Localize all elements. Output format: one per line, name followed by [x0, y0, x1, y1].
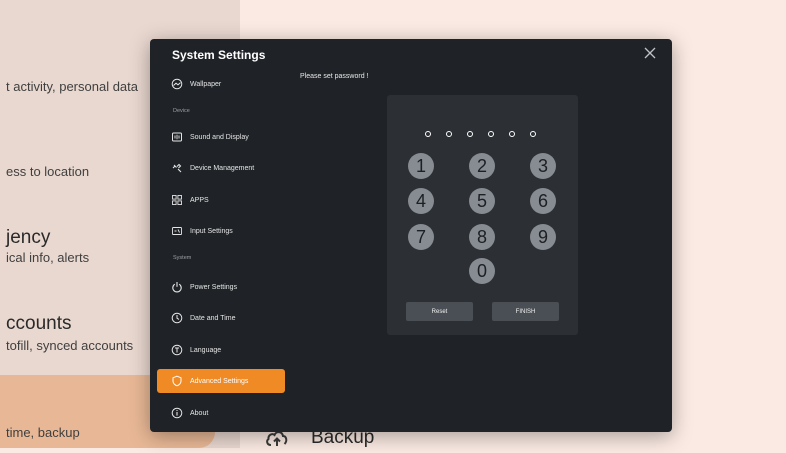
- clock-icon: [171, 312, 183, 324]
- apps-icon: [171, 194, 183, 206]
- shield-icon: [171, 375, 183, 387]
- password-dot: [425, 131, 431, 137]
- close-button[interactable]: [642, 45, 658, 61]
- key-8[interactable]: 8: [469, 224, 495, 250]
- sidebar-section-system: System: [173, 255, 192, 261]
- sidebar-section-device: Device: [173, 108, 190, 114]
- sidebar-item-power-settings[interactable]: Power Settings: [157, 275, 285, 299]
- password-dot: [488, 131, 494, 137]
- bg-emergency-title[interactable]: jency: [6, 227, 50, 249]
- sidebar-item-language[interactable]: Language: [157, 338, 285, 362]
- info-icon: [171, 407, 183, 419]
- sidebar-item-advanced-settings[interactable]: Advanced Settings: [157, 369, 285, 393]
- sidebar-item-input-settings[interactable]: Input Settings: [157, 219, 285, 243]
- bg-privacy-subtitle: t activity, personal data: [6, 79, 138, 94]
- password-dot: [530, 131, 536, 137]
- key-3[interactable]: 3: [530, 153, 556, 179]
- key-1[interactable]: 1: [408, 153, 434, 179]
- bg-location-subtitle: ess to location: [6, 164, 90, 179]
- key-6[interactable]: 6: [530, 188, 556, 214]
- power-icon: [171, 281, 183, 293]
- key-9[interactable]: 9: [530, 224, 556, 250]
- key-4[interactable]: 4: [408, 188, 434, 214]
- finish-button[interactable]: FINISH: [492, 302, 559, 321]
- sidebar-item-label: About: [190, 409, 209, 417]
- bg-system-subtitle: time, backup: [6, 425, 80, 440]
- sidebar-item-label: Input Settings: [190, 227, 233, 235]
- input-settings-icon: [171, 225, 183, 237]
- sidebar-item-label: Language: [190, 346, 222, 354]
- close-icon: [644, 47, 656, 59]
- password-keypad-panel: 1 2 3 4 5 6 7 8 9 0 Reset FINISH: [387, 95, 578, 335]
- sidebar-item-label: Wallpaper: [190, 80, 222, 88]
- password-dot: [467, 131, 473, 137]
- sidebar-item-label: Sound and Display: [190, 133, 249, 141]
- sound-display-icon: [171, 131, 183, 143]
- bg-emergency-subtitle: ical info, alerts: [6, 250, 90, 265]
- wallpaper-icon: [171, 78, 183, 90]
- password-prompt: Please set password !: [300, 73, 369, 80]
- language-icon: [171, 344, 183, 356]
- sidebar-item-date-time[interactable]: Date and Time: [157, 306, 285, 330]
- password-dot: [509, 131, 515, 137]
- sidebar-item-label: Advanced Settings: [190, 377, 249, 385]
- device-management-icon: [171, 162, 183, 174]
- key-7[interactable]: 7: [408, 224, 434, 250]
- bg-accounts-title[interactable]: ccounts: [6, 313, 71, 335]
- sidebar-item-sound-display[interactable]: Sound and Display: [157, 125, 285, 149]
- sidebar-item-label: Device Management: [190, 164, 255, 172]
- sidebar-item-wallpaper[interactable]: Wallpaper: [157, 72, 285, 96]
- key-2[interactable]: 2: [469, 153, 495, 179]
- sidebar-item-label: APPS: [190, 196, 209, 204]
- key-5[interactable]: 5: [469, 188, 495, 214]
- sidebar-item-device-management[interactable]: Device Management: [157, 156, 285, 180]
- key-0[interactable]: 0: [469, 258, 495, 284]
- sidebar-item-label: Power Settings: [190, 283, 238, 291]
- password-dot: [446, 131, 452, 137]
- system-settings-dialog: System Settings Wallpaper Device Sound a…: [150, 39, 672, 432]
- dialog-title: System Settings: [172, 48, 266, 62]
- sidebar-item-about[interactable]: About: [157, 401, 285, 425]
- bg-accounts-subtitle: tofill, synced accounts: [6, 338, 134, 353]
- sidebar-item-apps[interactable]: APPS: [157, 188, 285, 212]
- reset-button[interactable]: Reset: [406, 302, 473, 321]
- sidebar-item-label: Date and Time: [190, 314, 236, 322]
